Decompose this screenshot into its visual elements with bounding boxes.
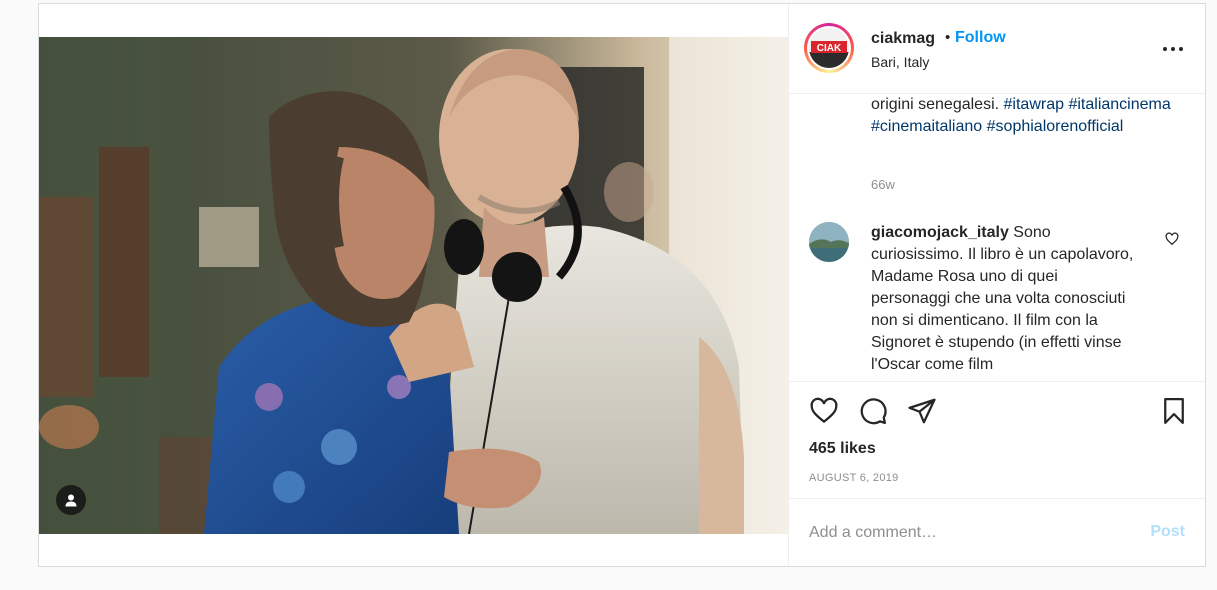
like-heart-icon[interactable]: [809, 396, 839, 426]
post-date[interactable]: AUGUST 6, 2019: [809, 472, 899, 484]
post-caption: origini senegalesi. #itawrap #italiancin…: [871, 94, 1171, 138]
hashtag-link[interactable]: #cinemaitaliano: [871, 118, 982, 135]
comment-like-heart-icon[interactable]: [1165, 232, 1179, 251]
hashtag-link[interactable]: #sophialorenofficial: [987, 118, 1124, 135]
user-tag-button[interactable]: [56, 485, 86, 515]
svg-text:CIAK: CIAK: [817, 43, 842, 54]
comment-bubble-icon[interactable]: [858, 396, 888, 426]
post-header: CIAK ciakmag • Follow Bari, Italy: [789, 4, 1205, 94]
comment-text: Sono curiosissimo. Il libro è un capolav…: [871, 224, 1134, 373]
comment-username[interactable]: giacomojack_italy: [871, 224, 1009, 241]
post-media: [39, 4, 788, 566]
post-photo[interactable]: [39, 37, 788, 534]
post-comment-button[interactable]: Post: [1150, 523, 1185, 541]
instagram-post: CIAK ciakmag • Follow Bari, Italy origin…: [38, 3, 1206, 567]
ciak-logo: CIAK: [809, 28, 849, 68]
share-plane-icon[interactable]: [907, 396, 937, 426]
more-options-icon[interactable]: [1163, 42, 1187, 56]
commenter-avatar[interactable]: [809, 222, 849, 262]
post-sidebar: CIAK ciakmag • Follow Bari, Italy origin…: [788, 4, 1205, 566]
follow-button[interactable]: Follow: [955, 29, 1006, 47]
avatar[interactable]: CIAK: [807, 26, 851, 70]
add-comment-bar: Post: [789, 498, 1205, 566]
photo-illustration: [39, 37, 788, 534]
bookmark-icon[interactable]: [1159, 396, 1189, 426]
location-link[interactable]: Bari, Italy: [871, 54, 929, 70]
likes-count[interactable]: 465 likes: [809, 440, 876, 458]
avatar-story-ring[interactable]: CIAK: [804, 23, 854, 73]
comment-item: giacomojack_italy Sono curiosissimo. Il …: [871, 222, 1141, 376]
separator-dot: •: [945, 29, 951, 46]
hashtag-link[interactable]: #italiancinema: [1068, 96, 1170, 113]
post-actions: 465 likes AUGUST 6, 2019: [789, 381, 1205, 498]
header-username[interactable]: ciakmag: [871, 30, 935, 48]
comment-input[interactable]: [809, 519, 1129, 547]
user-icon: [65, 494, 77, 507]
comments-section[interactable]: origini senegalesi. #itawrap #italiancin…: [789, 94, 1205, 381]
caption-time[interactable]: 66w: [871, 177, 895, 192]
hashtag-link[interactable]: #itawrap: [1004, 96, 1064, 113]
caption-text: origini senegalesi.: [871, 96, 1000, 113]
